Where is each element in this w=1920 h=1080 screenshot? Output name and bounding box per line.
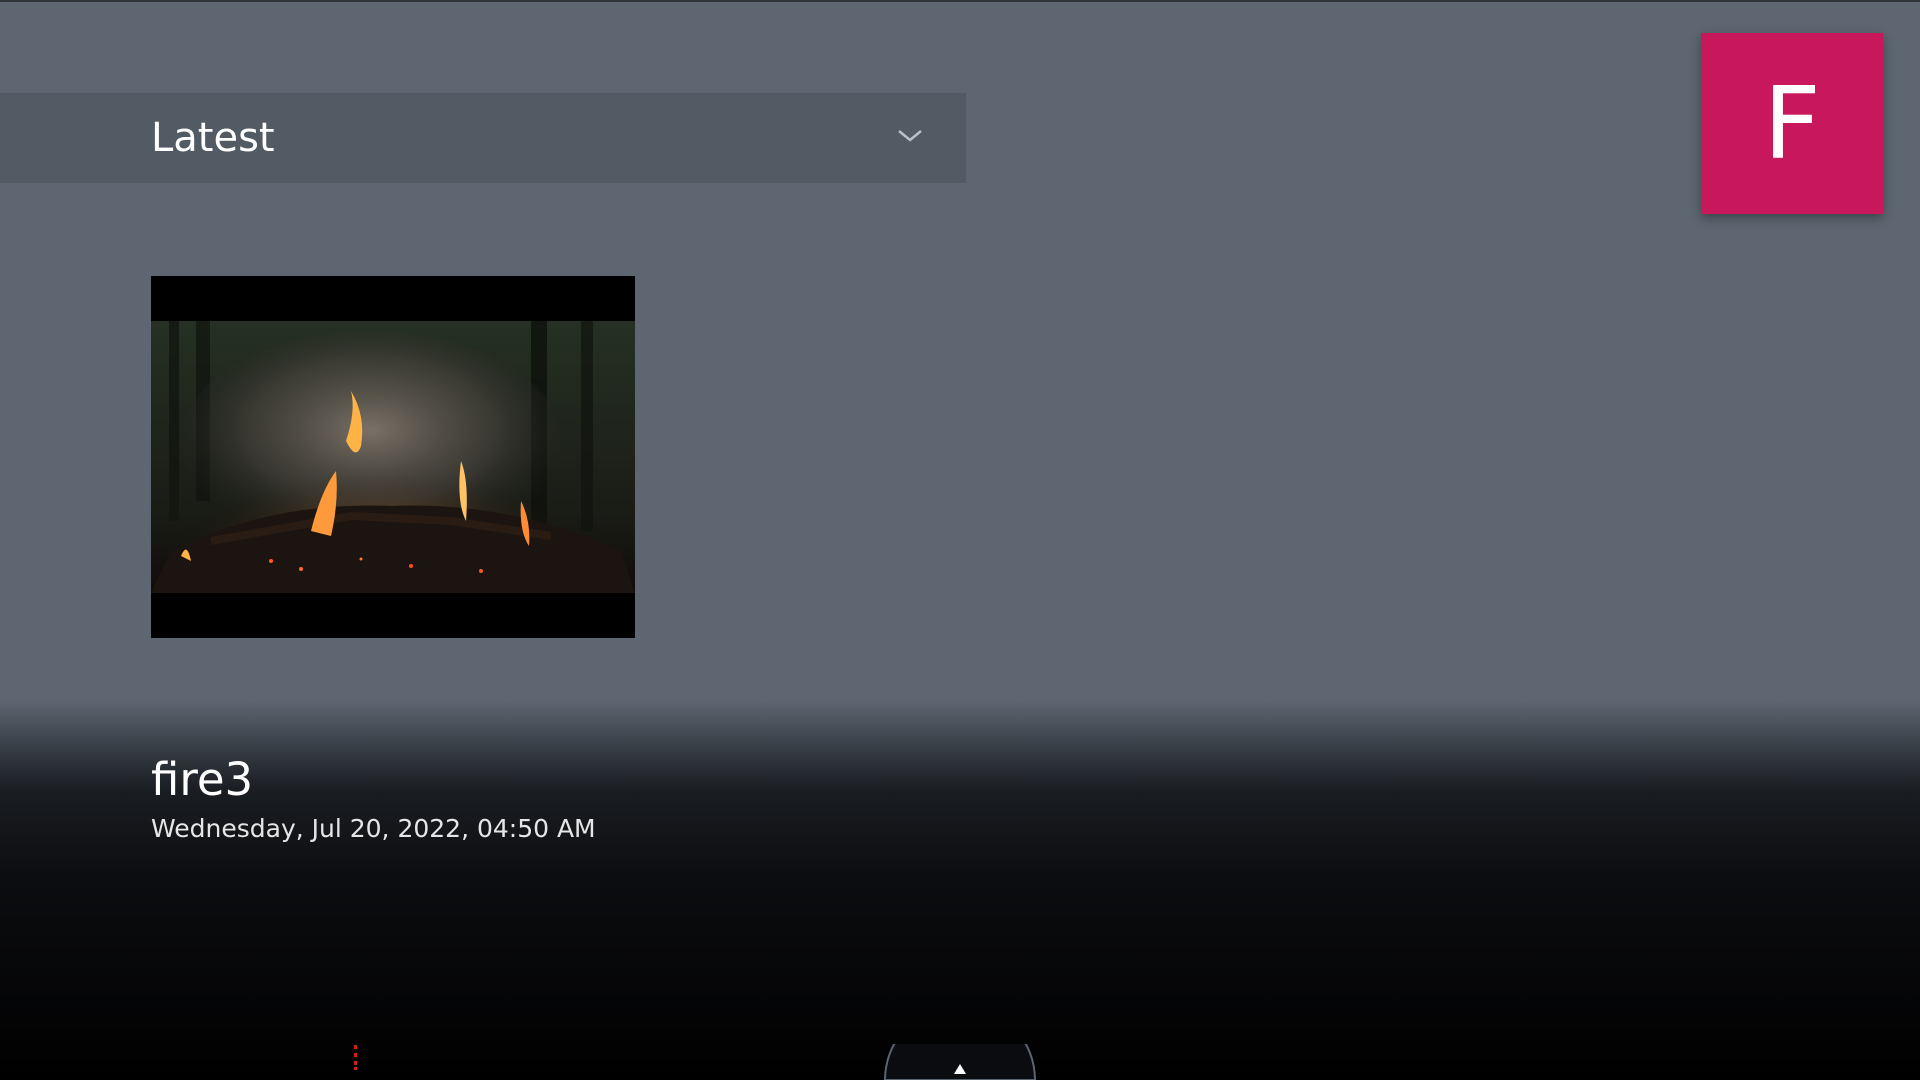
video-thumbnail[interactable] [151,276,635,638]
top-border [0,0,1920,2]
expand-up-button[interactable] [883,1044,1037,1080]
sort-filter-dropdown[interactable]: Latest [0,93,966,183]
profile-initial: F [1763,65,1821,182]
video-date: Wednesday, Jul 20, 2022, 04:50 AM [151,814,596,843]
video-title: fire3 [151,753,254,806]
screen: Latest F fire3 Wednesday, Jul 20, 2022, … [0,0,1920,1080]
chevron-down-icon [898,130,922,142]
sort-filter-label: Latest [151,115,275,161]
profile-avatar-button[interactable]: F [1701,33,1883,214]
campfire-thumbnail-image [151,321,635,593]
red-dots-indicator [354,1045,357,1070]
